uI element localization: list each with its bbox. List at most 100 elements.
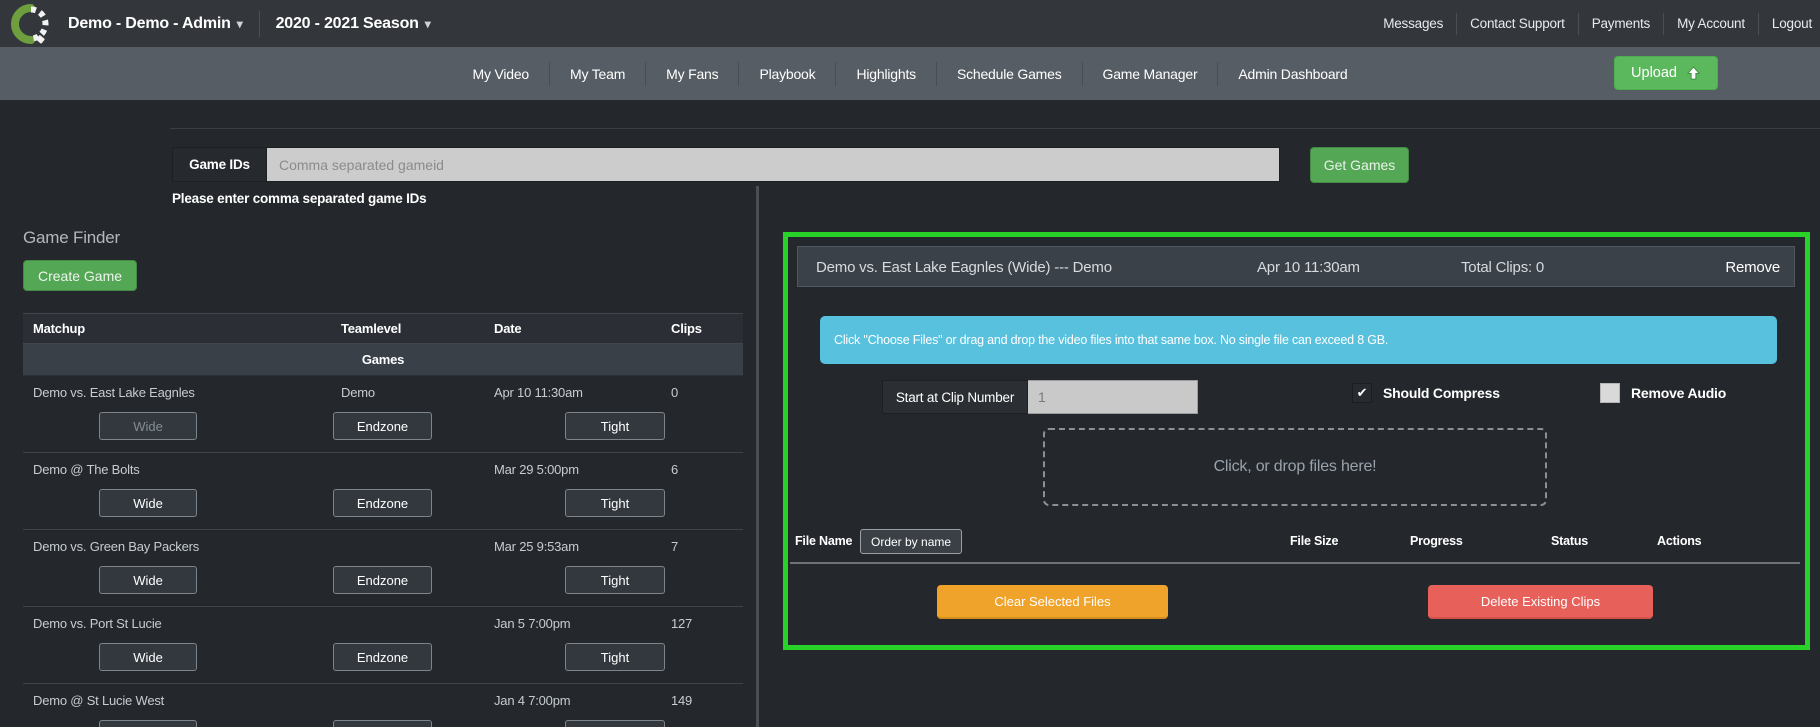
table-row: Demo vs. Green Bay Packers Mar 25 9:53am… (23, 530, 743, 562)
endzone-button[interactable]: Endzone (333, 489, 432, 517)
matchup-cell: Demo vs. Port St Lucie (33, 615, 162, 631)
game-block: Demo vs. Green Bay Packers Mar 25 9:53am… (23, 530, 743, 607)
date-cell: Jan 4 7:00pm (494, 692, 571, 708)
wide-button[interactable]: Wide (99, 643, 197, 671)
game-block: Demo @ St Lucie West Jan 4 7:00pm 149 Wi… (23, 684, 743, 727)
season-selector-label: 2020 - 2021 Season (275, 14, 419, 32)
start-clip-label: Start at Clip Number (882, 380, 1028, 414)
game-ids-input[interactable] (267, 147, 1280, 182)
nav-items: My Video My Team My Fans Playbook Highli… (453, 61, 1368, 86)
tight-button[interactable]: Tight (565, 412, 665, 440)
remove-panel-link[interactable]: Remove (1725, 259, 1780, 276)
app-logo-icon[interactable] (8, 3, 54, 45)
nav-game-manager[interactable]: Game Manager (1083, 66, 1218, 82)
date-cell: Jan 5 7:00pm (494, 615, 571, 631)
should-compress-checkbox[interactable]: ✔ (1352, 383, 1372, 403)
tight-button[interactable]: Tight (565, 566, 665, 594)
tight-button[interactable]: Tight (565, 643, 665, 671)
messages-link[interactable]: Messages (1370, 16, 1456, 31)
game-block: Demo vs. East Lake Eagnles Demo Apr 10 1… (23, 376, 743, 453)
file-size-header: File Size (1290, 534, 1339, 548)
clips-cell: 6 (671, 461, 679, 477)
delete-existing-clips-button[interactable]: Delete Existing Clips (1428, 585, 1653, 619)
endzone-button[interactable]: Endzone (333, 643, 432, 671)
remove-audio-checkbox[interactable] (1600, 383, 1620, 403)
panel-total-clips: Total Clips: 0 (1461, 259, 1545, 276)
actions-header: Actions (1657, 534, 1702, 548)
panel-scrollbar-divider[interactable] (756, 186, 759, 727)
game-ids-helper-text: Please enter comma separated game IDs (172, 191, 427, 206)
team-selector-label: Demo - Demo - Admin (68, 14, 231, 32)
payments-link[interactable]: Payments (1579, 16, 1663, 31)
clips-cell: 127 (671, 615, 693, 631)
date-cell: Mar 25 9:53am (494, 538, 579, 554)
team-selector[interactable]: Demo - Demo - Admin ▾ (68, 15, 243, 33)
progress-header: Progress (1410, 534, 1463, 548)
endzone-button[interactable]: Endzone (333, 412, 432, 440)
file-table-header: File Name Order by name File Size Progre… (788, 527, 1800, 555)
wide-button[interactable]: Wide (99, 489, 197, 517)
games-table-header: Matchup Teamlevel Date Clips (23, 313, 743, 344)
should-compress-label: Should Compress (1383, 385, 1500, 401)
topbar-divider (258, 10, 260, 37)
app-root: Demo - Demo - Admin ▾ 2020 - 2021 Season ▾… (0, 0, 1820, 727)
date-cell: Apr 10 11:30am (494, 384, 583, 400)
file-name-header: File Name (795, 534, 853, 548)
matchup-cell: Demo vs. East Lake Eagnles (33, 384, 195, 400)
table-row: Demo vs. East Lake Eagnles Demo Apr 10 1… (23, 376, 743, 408)
matchup-cell: Demo @ St Lucie West (33, 692, 165, 708)
should-compress-group: ✔ Should Compress (1352, 383, 1500, 403)
games-group-row: Games (23, 344, 743, 376)
contact-support-link[interactable]: Contact Support (1457, 16, 1578, 31)
wide-button[interactable]: Wide (99, 720, 197, 727)
chevron-down-icon: ▾ (236, 16, 243, 31)
angle-buttons-row: Wide Endzone Tight (23, 562, 743, 606)
main-nav: My Video My Team My Fans Playbook Highli… (0, 47, 1820, 100)
order-by-name-button[interactable]: Order by name (860, 529, 963, 554)
tight-button[interactable]: Tight (565, 489, 665, 517)
upload-panel-inner: Demo vs. East Lake Eagnles (Wide) --- De… (788, 237, 1805, 645)
clear-selected-files-button[interactable]: Clear Selected Files (937, 585, 1168, 619)
file-dropzone[interactable]: Click, or drop files here! (1043, 428, 1547, 506)
get-games-button[interactable]: Get Games (1310, 147, 1409, 183)
check-icon: ✔ (1356, 385, 1368, 400)
nav-playbook[interactable]: Playbook (739, 66, 835, 82)
game-block: Demo vs. Port St Lucie Jan 5 7:00pm 127 … (23, 607, 743, 684)
game-finder-title: Game Finder (23, 228, 121, 247)
wide-button[interactable]: Wide (99, 412, 197, 440)
my-account-link[interactable]: My Account (1664, 16, 1758, 31)
nav-my-fans[interactable]: My Fans (646, 66, 738, 82)
tight-button[interactable]: Tight (565, 720, 665, 727)
panel-game-title: Demo vs. East Lake Eagnles (Wide) --- De… (816, 259, 1112, 276)
col-matchup: Matchup (33, 321, 86, 336)
table-row: Demo @ The Bolts Mar 29 5:00pm 6 (23, 453, 743, 485)
table-row: Demo vs. Port St Lucie Jan 5 7:00pm 127 (23, 607, 743, 639)
upload-info-alert: Click "Choose Files" or drag and drop th… (820, 316, 1777, 364)
nav-admin-dashboard[interactable]: Admin Dashboard (1218, 66, 1367, 82)
start-clip-group: Start at Clip Number (882, 380, 1198, 414)
endzone-button[interactable]: Endzone (333, 566, 432, 594)
nav-my-video[interactable]: My Video (453, 66, 550, 82)
status-header: Status (1551, 534, 1589, 548)
upload-arrow-icon (1686, 65, 1701, 80)
create-game-button[interactable]: Create Game (23, 260, 138, 291)
logout-link[interactable]: Logout (1759, 16, 1814, 31)
angle-buttons-row: Wide Endzone Tight (23, 716, 743, 727)
form-divider (170, 128, 1820, 129)
nav-my-team[interactable]: My Team (550, 66, 645, 82)
endzone-button[interactable]: Endzone (333, 720, 432, 727)
upload-button[interactable]: Upload (1614, 56, 1718, 90)
wide-button[interactable]: Wide (99, 566, 197, 594)
angle-buttons-row: Wide Endzone Tight (23, 485, 743, 529)
games-table: Matchup Teamlevel Date Clips Games Demo … (23, 313, 743, 727)
start-clip-input[interactable] (1028, 380, 1198, 414)
matchup-cell: Demo @ The Bolts (33, 461, 140, 477)
nav-schedule-games[interactable]: Schedule Games (937, 66, 1082, 82)
panel-game-date: Apr 10 11:30am (1257, 259, 1360, 276)
season-selector[interactable]: 2020 - 2021 Season ▾ (276, 15, 431, 33)
top-bar: Demo - Demo - Admin ▾ 2020 - 2021 Season ▾… (0, 0, 1820, 47)
game-ids-label: Game IDs (172, 147, 267, 182)
topbar-links: Messages Contact Support Payments My Acc… (1370, 0, 1820, 47)
nav-highlights[interactable]: Highlights (836, 66, 935, 82)
upload-panel: Demo vs. East Lake Eagnles (Wide) --- De… (783, 232, 1810, 650)
